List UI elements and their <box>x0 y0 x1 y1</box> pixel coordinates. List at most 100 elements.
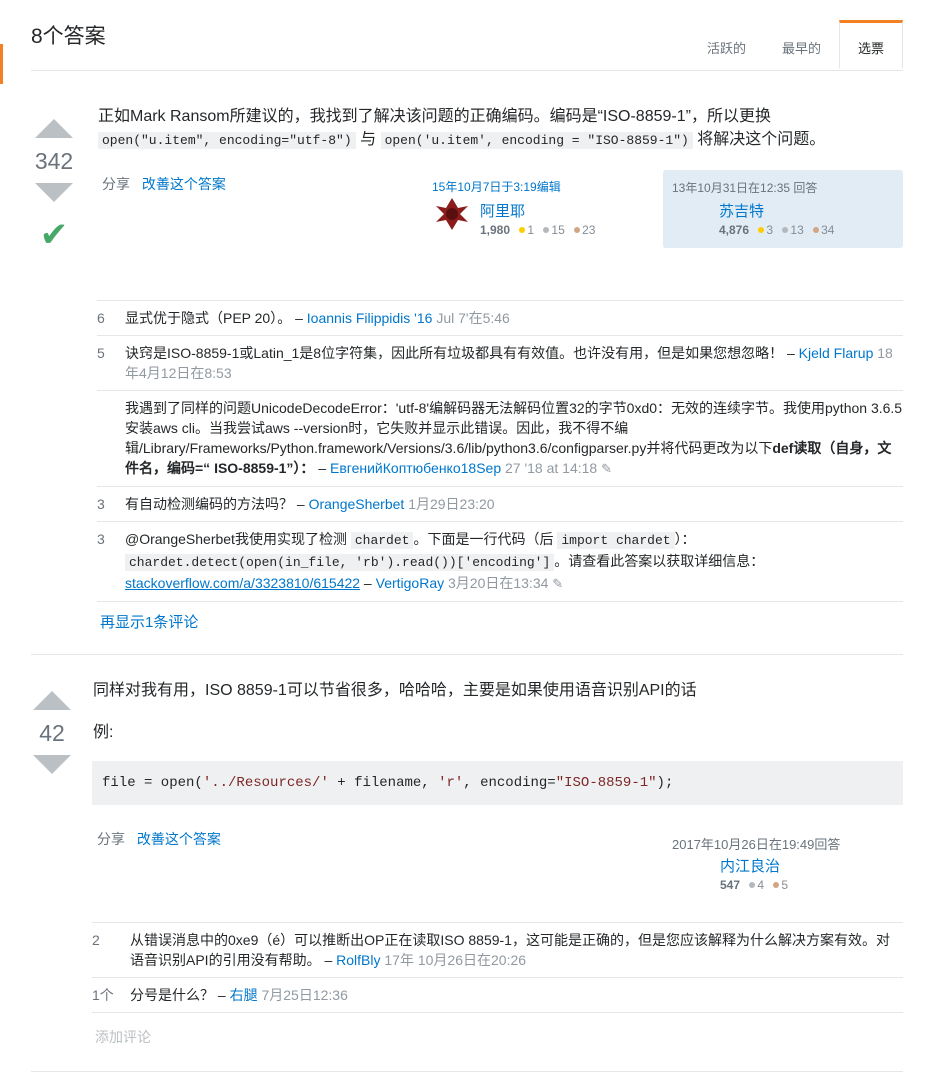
answer1-post-menu: 分享 改善这个答案 <box>102 174 234 194</box>
improve-answer-link[interactable]: 改善这个答案 <box>137 831 221 847</box>
answer2-text1: 同样对我有用，ISO 8859-1可以节省很多，哈哈哈，主要是如果使用语音识别A… <box>93 682 697 699</box>
code-plain: , encoding= <box>463 775 556 791</box>
bronze-badge-count: 34 <box>821 223 835 237</box>
answer1-body: 正如Mark Ransom所建议的，我找到了解决该问题的正确编码。编码是“ISO… <box>98 105 903 152</box>
gold-badge-icon <box>758 227 765 233</box>
comment-score: 5 <box>97 345 105 361</box>
show-more-comments-link[interactable]: 再显示1条评论 <box>100 611 198 632</box>
bronze-badge-icon <box>813 227 820 233</box>
comment-user[interactable]: OrangeSherbet <box>309 496 405 512</box>
silver-badge-icon <box>749 882 756 888</box>
answers-header: 8个答案 活跃的 最早的 选票 <box>31 20 903 71</box>
answer1-owner-signature: 13年10月31日在12:35 回答 苏吉特 4,876 3 13 34 <box>663 170 903 248</box>
comment-user[interactable]: VertigoRay <box>376 575 444 591</box>
upvote-arrow-icon[interactable] <box>35 119 73 138</box>
comment-user[interactable]: 右腿 <box>230 987 258 1003</box>
add-comment-link[interactable]: 添加评论 <box>95 1027 151 1047</box>
comment-text: 诀窍是ISO-8859-1或Latin_1是8位字符集，因此所有垃圾都具有有效值… <box>125 345 795 361</box>
answer1-text1: 正如Mark Ransom所建议的，我找到了解决该问题的正确编码。编码是“ISO… <box>98 108 771 125</box>
owner-username[interactable]: 苏吉特 <box>719 200 834 221</box>
silver-badge-icon <box>782 227 789 233</box>
comment-score: 6 <box>97 310 105 326</box>
bronze-badge-count: 5 <box>781 878 789 892</box>
answer1-text2: 与 <box>360 131 377 148</box>
owner-username[interactable]: 内江良治 <box>720 855 788 876</box>
bronze-badge-icon <box>574 227 581 233</box>
reputation-score: 4,876 <box>719 223 750 237</box>
share-link[interactable]: 分享 <box>97 831 125 847</box>
answer1-code2: open('u.item', encoding = "ISO-8859-1") <box>380 132 693 149</box>
answer1-vote-cell: 342 ✔ <box>29 119 79 252</box>
comment-link[interactable]: stackoverflow.com/a/3323810/615422 <box>125 575 360 591</box>
avatar[interactable] <box>432 194 472 234</box>
tab-votes[interactable]: 选票 <box>838 20 903 69</box>
comment: 6 显式优于隐式（PEP 20）。 – Ioannis Filippidis '… <box>97 301 903 336</box>
code-plain: + filename, <box>328 775 439 791</box>
owner-reputation: 547 4 5 <box>720 878 788 892</box>
answer2-vote-cell: 42 <box>27 691 77 774</box>
bronze-badge-count: 23 <box>582 223 596 237</box>
answer2-comments: 2 从错误消息中的0xe9（é）可以推断出OP正在读取ISO 8859-1，这可… <box>92 922 903 1013</box>
left-accent-bar <box>0 44 3 84</box>
comment: 3 有自动检测编码的方法吗？ – OrangeSherbet 1月29日23:2… <box>97 487 903 522</box>
answer-separator <box>31 654 903 655</box>
comment-dash: – <box>360 575 376 591</box>
downvote-arrow-icon[interactable] <box>33 755 71 774</box>
upvote-arrow-icon[interactable] <box>33 691 71 710</box>
comment-score: 3 <box>97 496 105 512</box>
owner-reputation: 4,876 3 13 34 <box>719 223 834 237</box>
comment-score: 2 <box>92 932 100 948</box>
answer1-score: 342 <box>34 148 74 174</box>
answer2-post-menu: 分享 改善这个答案 <box>97 829 229 849</box>
comment: 1个 分号是什么？ – 右腿 7月25日12:36 <box>92 978 903 1013</box>
comment-date[interactable]: 3月20日在13:34 <box>448 575 548 591</box>
accepted-check-icon: ✔ <box>39 216 69 254</box>
reputation-score: 547 <box>720 878 741 892</box>
silver-badge-count: 13 <box>790 223 804 237</box>
comment-text: 有自动检测编码的方法吗？ – <box>125 496 305 512</box>
bronze-badge-icon <box>773 882 780 888</box>
answer1-editor-signature: 15年10月7日于3:19编辑 阿里耶 1,980 1 15 23 <box>432 178 632 248</box>
gold-badge-count: 3 <box>766 223 774 237</box>
edit-time[interactable]: 15年10月7日于3:19编辑 <box>432 178 632 195</box>
editor-username[interactable]: 阿里耶 <box>480 200 595 221</box>
comment-text: ）： <box>674 531 696 547</box>
comment-text: 分号是什么？ – <box>130 987 226 1003</box>
comment-user[interactable]: RolfBly <box>336 952 380 968</box>
comment-user[interactable]: Ioannis Filippidis '16 <box>307 310 433 326</box>
downvote-arrow-icon[interactable] <box>35 183 73 202</box>
code-plain: ); <box>656 775 674 791</box>
comment: 2 从错误消息中的0xe9（é）可以推断出OP正在读取ISO 8859-1，这可… <box>92 923 903 978</box>
comment-code: chardet <box>350 532 414 549</box>
comment: 3 @OrangeSherbet我使用实现了检测 chardet 。下面是一行代码… <box>97 522 903 602</box>
comment-code: chardet.detect(open(in_file, 'rb').read(… <box>125 554 555 571</box>
comment-date[interactable]: 1月29日23:20 <box>408 496 494 512</box>
comment-date[interactable]: Jul 7'在5:46 <box>436 310 510 326</box>
gold-badge-icon <box>519 227 526 233</box>
code-plain: file = open( <box>102 775 203 791</box>
comment-code: import chardet <box>557 532 675 549</box>
comment-score: 1个 <box>92 987 114 1003</box>
comment-date[interactable]: 17年 10月26日在20:26 <box>384 952 526 968</box>
answer2-owner-signature: 2017年10月26日在19:49回答 内江良治 547 4 5 <box>672 834 903 898</box>
answer1-comments: 6 显式优于隐式（PEP 20）。 – Ioannis Filippidis '… <box>97 300 903 602</box>
reputation-score: 1,980 <box>480 223 511 237</box>
answer1-text3: 将解决这个问题。 <box>697 131 826 148</box>
improve-answer-link[interactable]: 改善这个答案 <box>142 176 226 192</box>
tab-active[interactable]: 活跃的 <box>689 20 764 70</box>
comment-date[interactable]: 27 '18 at 14:18 <box>505 460 597 476</box>
comment-text: 显式优于隐式（PEP 20）。 – <box>125 310 303 326</box>
comment-score: 3 <box>97 531 105 547</box>
comment-user[interactable]: Kjeld Flarup <box>799 345 874 361</box>
comment-dash: – <box>314 460 331 476</box>
silver-badge-count: 4 <box>757 878 765 892</box>
code-string: '../Resources/' <box>202 775 329 791</box>
answer2-code-block: file = open('../Resources/' + filename, … <box>92 761 903 805</box>
comment-date[interactable]: 7月25日12:36 <box>261 987 347 1003</box>
share-link[interactable]: 分享 <box>102 176 130 192</box>
tab-oldest[interactable]: 最早的 <box>764 20 839 70</box>
answers-count-title: 8个答案 <box>31 25 106 48</box>
answer-time[interactable]: 13年10月31日在12:35 回答 <box>672 179 817 196</box>
answer-time[interactable]: 2017年10月26日在19:49回答 <box>672 834 903 853</box>
comment-user[interactable]: ЕвгенийКоптюбенко18Sep <box>330 460 501 476</box>
